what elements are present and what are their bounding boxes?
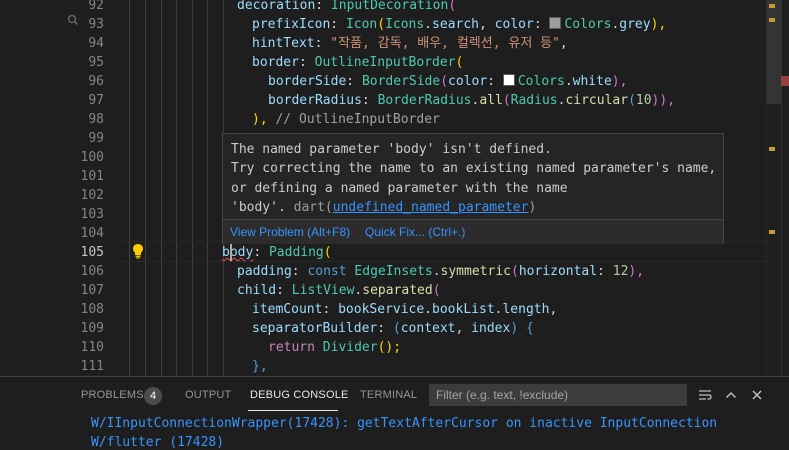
line-number: 109 [80, 321, 104, 336]
grey-color-swatch[interactable] [549, 17, 562, 29]
code-line-110[interactable]: return Divider(); [268, 338, 401, 357]
indent-guide [129, 0, 130, 376]
overview-warning-marker [769, 147, 775, 151]
tab-terminal[interactable]: TERMINAL [360, 389, 417, 401]
overview-ruler [781, 0, 789, 376]
line-number: 95 [88, 55, 104, 70]
line-number: 92 [88, 0, 104, 13]
tab-problems[interactable]: PROBLEMS [81, 389, 144, 401]
tab-output[interactable]: OUTPUT [185, 389, 231, 401]
line-number: 102 [80, 188, 104, 203]
code-line-92[interactable]: decoration: InputDecoration( [237, 0, 456, 15]
bottom-panel: PROBLEMS 4 OUTPUT DEBUG CONSOLE TERMINAL… [0, 376, 789, 450]
filter-input[interactable] [429, 384, 687, 406]
line-number: 100 [80, 150, 104, 165]
code-line-95[interactable]: border: OutlineInputBorder( [252, 53, 463, 72]
code-line-107[interactable]: child: ListView.separated( [237, 281, 441, 300]
code-line-96[interactable]: borderSide: BorderSide(color: Colors.whi… [268, 72, 627, 91]
current-line-highlight [118, 241, 766, 262]
problems-count-badge: 4 [144, 387, 162, 405]
error-hover-popup: The named parameter 'body' isn't defined… [222, 133, 724, 244]
lightbulb-icon[interactable] [132, 243, 144, 259]
view-problem-link[interactable]: View Problem (Alt+F8) [230, 225, 350, 239]
scrollbar-thumb[interactable] [767, 0, 781, 104]
code-line-94[interactable]: hintText: "작품, 감독, 배우, 컬렉션, 유저 등", [252, 34, 568, 53]
line-number: 96 [88, 74, 104, 89]
indent-guide [207, 0, 208, 376]
diagnostic-code-link[interactable]: undefined_named_parameter [333, 200, 529, 215]
indent-guide [176, 0, 177, 376]
overview-warning-marker [769, 230, 775, 234]
panel-tab-bar: PROBLEMS 4 OUTPUT DEBUG CONSOLE TERMINAL [0, 377, 789, 413]
overview-warning-marker [769, 4, 775, 8]
quick-fix-link[interactable]: Quick Fix... (Ctrl+.) [365, 225, 465, 239]
code-line-97[interactable]: borderRadius: BorderRadius.all(Radius.ci… [268, 91, 675, 110]
white-color-swatch[interactable] [502, 74, 515, 86]
tab-debug-console[interactable]: DEBUG CONSOLE [250, 389, 349, 401]
code-line-105[interactable]: body: Padding( [222, 243, 332, 262]
line-number: 97 [88, 93, 104, 108]
overview-error-marker [781, 76, 789, 86]
code-line-111[interactable]: }, [252, 357, 268, 376]
line-number: 110 [80, 340, 104, 355]
code-line-98[interactable]: ), // OutlineInputBorder [252, 110, 440, 129]
glyph-margin [0, 0, 60, 376]
line-number: 103 [80, 207, 104, 222]
code-line-109[interactable]: separatorBuilder: (context, index) { [252, 319, 534, 338]
console-output-line: W/IInputConnectionWrapper(17428): getTex… [91, 416, 718, 431]
line-number: 99 [88, 131, 104, 146]
indent-guide [161, 0, 162, 376]
line-number: 111 [80, 359, 104, 374]
text-cursor [230, 244, 232, 261]
line-number: 94 [88, 36, 104, 51]
code-line-93[interactable]: prefixIcon: Icon(Icons.search, color: Co… [252, 15, 666, 34]
code-line-106[interactable]: padding: const EdgeInsets.symmetric(hori… [237, 262, 644, 281]
indent-guide [192, 0, 193, 376]
line-number: 107 [80, 283, 104, 298]
error-token-body[interactable]: body [222, 245, 253, 260]
line-number-active: 105 [80, 245, 104, 260]
console-output-line: W/flutter (17428) [91, 435, 225, 450]
hover-message: The named parameter 'body' isn't defined… [231, 142, 717, 215]
overview-warning-marker [769, 18, 775, 22]
hover-actions-bar: View Problem (Alt+F8) Quick Fix... (Ctrl… [223, 219, 723, 244]
close-icon[interactable] [749, 387, 765, 403]
line-number: 93 [88, 17, 104, 32]
line-number: 101 [80, 169, 104, 184]
line-number: 108 [80, 302, 104, 317]
word-wrap-icon[interactable] [697, 387, 713, 403]
line-number: 104 [80, 226, 104, 241]
line-number: 106 [80, 264, 104, 279]
indent-guide [145, 0, 146, 376]
code-line-108[interactable]: itemCount: bookService.bookList.length, [252, 300, 557, 319]
chevron-up-icon[interactable] [723, 387, 739, 403]
line-number: 98 [88, 112, 104, 127]
active-tab-indicator [248, 410, 338, 411]
code-editor[interactable]: 92 93 94 95 96 97 98 99 100 101 102 103 … [0, 0, 789, 376]
